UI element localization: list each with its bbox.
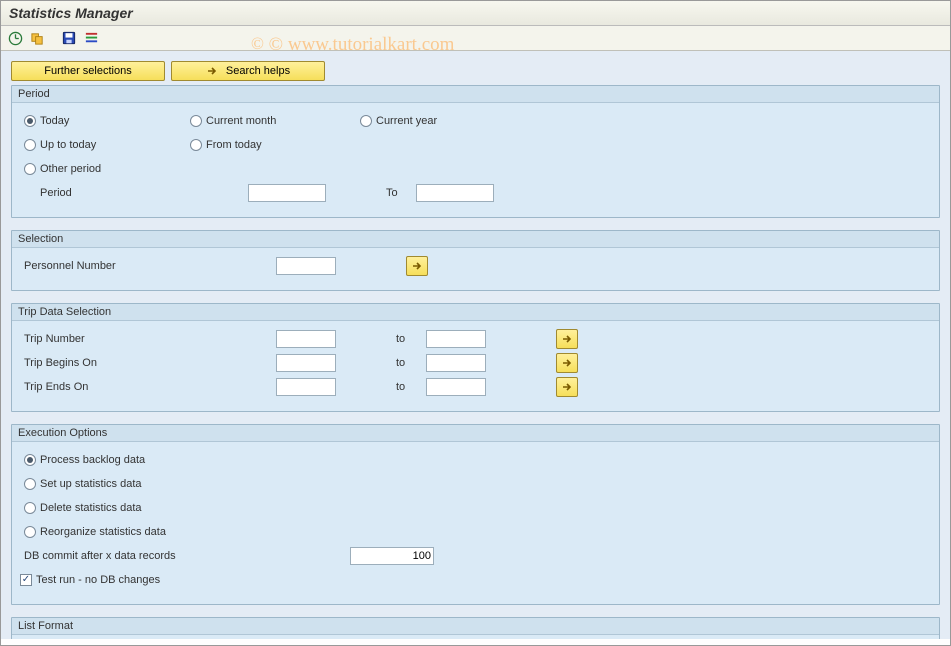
content-area: Further selections Search helps Period T… (1, 51, 950, 639)
top-button-row: Further selections Search helps (11, 61, 940, 81)
to-label: to (396, 381, 426, 393)
radio-other-period[interactable]: Other period (20, 163, 190, 175)
radio-process-backlog[interactable]: Process backlog data (20, 450, 931, 470)
personnel-number-input[interactable] (276, 257, 336, 275)
period-label: Period (40, 187, 248, 199)
execute-icon[interactable] (7, 30, 23, 46)
trip-ends-label: Trip Ends On (20, 381, 276, 393)
trip-data-group: Trip Data Selection Trip Number to Trip … (11, 303, 940, 412)
arrow-right-icon (206, 65, 218, 77)
arrow-right-icon (561, 333, 573, 345)
get-variant-icon[interactable] (29, 30, 45, 46)
period-from-input[interactable] (248, 184, 326, 202)
group-heading: Execution Options (12, 425, 939, 442)
button-label: Further selections (44, 65, 131, 77)
period-group: Period Today Current month Current year … (11, 85, 940, 218)
radio-icon (24, 115, 36, 127)
trip-ends-from-input[interactable] (276, 378, 336, 396)
db-commit-label: DB commit after x data records (20, 550, 350, 562)
radio-icon (24, 454, 36, 466)
group-heading: List Format (12, 618, 939, 635)
radio-icon (24, 139, 36, 151)
trip-number-from-input[interactable] (276, 330, 336, 348)
list-format-group: List Format Overview (11, 617, 940, 639)
multiple-selection-button[interactable] (556, 353, 578, 373)
trip-number-label: Trip Number (20, 333, 276, 345)
arrow-right-icon (411, 260, 423, 272)
multiple-selection-button[interactable] (556, 329, 578, 349)
radio-delete-stats[interactable]: Delete statistics data (20, 498, 931, 518)
radio-icon (24, 502, 36, 514)
further-selections-button[interactable]: Further selections (11, 61, 165, 81)
group-heading: Period (12, 86, 939, 103)
trip-begins-from-input[interactable] (276, 354, 336, 372)
radio-icon (24, 478, 36, 490)
group-heading: Selection (12, 231, 939, 248)
radio-icon (360, 115, 372, 127)
personnel-number-label: Personnel Number (20, 260, 276, 272)
trip-number-to-input[interactable] (426, 330, 486, 348)
to-label: to (396, 333, 426, 345)
trip-ends-to-input[interactable] (426, 378, 486, 396)
arrow-right-icon (561, 381, 573, 393)
multiple-selection-button[interactable] (556, 377, 578, 397)
checkbox-test-run[interactable]: ✓ Test run - no DB changes (20, 570, 931, 590)
trip-begins-to-input[interactable] (426, 354, 486, 372)
radio-today[interactable]: Today (20, 115, 190, 127)
trip-begins-label: Trip Begins On (20, 357, 276, 369)
period-to-input[interactable] (416, 184, 494, 202)
save-icon[interactable] (61, 30, 77, 46)
multiple-selection-button[interactable] (406, 256, 428, 276)
execution-options-group: Execution Options Process backlog data S… (11, 424, 940, 605)
selection-group: Selection Personnel Number (11, 230, 940, 291)
button-label: Search helps (226, 65, 290, 77)
arrow-right-icon (561, 357, 573, 369)
radio-up-to-today[interactable]: Up to today (20, 139, 190, 151)
page-title: Statistics Manager (1, 1, 950, 26)
group-heading: Trip Data Selection (12, 304, 939, 321)
radio-current-month[interactable]: Current month (190, 115, 360, 127)
period-to-label: To (386, 187, 416, 199)
radio-icon (190, 139, 202, 151)
list-icon[interactable] (83, 30, 99, 46)
radio-current-year[interactable]: Current year (360, 115, 530, 127)
radio-icon (24, 163, 36, 175)
radio-from-today[interactable]: From today (190, 139, 360, 151)
radio-reorganize-stats[interactable]: Reorganize statistics data (20, 522, 931, 542)
to-label: to (396, 357, 426, 369)
radio-setup-stats[interactable]: Set up statistics data (20, 474, 931, 494)
radio-icon (24, 526, 36, 538)
toolbar (1, 26, 950, 51)
checkbox-icon: ✓ (20, 574, 32, 586)
radio-icon (190, 115, 202, 127)
db-commit-input[interactable] (350, 547, 434, 565)
search-helps-button[interactable]: Search helps (171, 61, 325, 81)
